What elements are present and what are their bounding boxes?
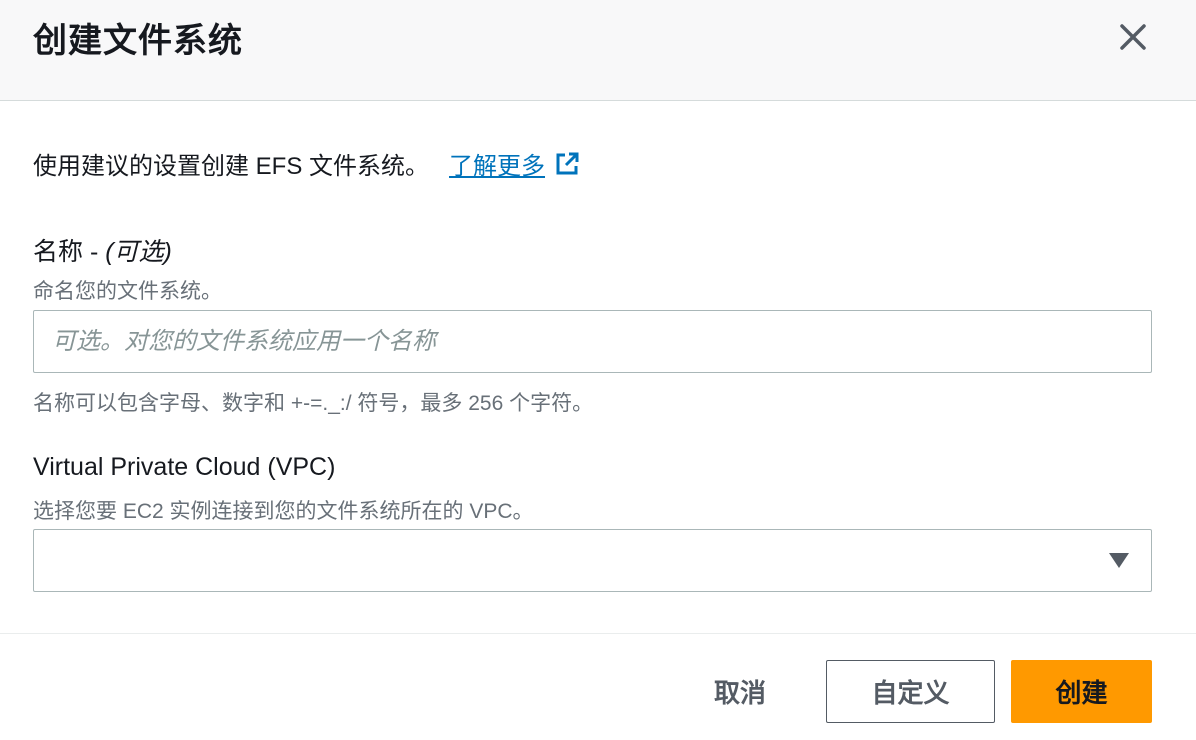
dialog-title: 创建文件系统 [33, 22, 243, 60]
name-label-text: 名称 - [33, 238, 106, 266]
vpc-field-description: 选择您要 EC2 实例连接到您的文件系统所在的 VPC。 [33, 500, 534, 523]
name-field-description: 命名您的文件系统。 [33, 280, 222, 303]
optional-label: (可选) [105, 238, 172, 266]
close-button[interactable] [1113, 17, 1153, 57]
learn-more-link[interactable]: 了解更多 [449, 146, 581, 181]
vpc-field-label: Virtual Private Cloud (VPC) [33, 453, 336, 481]
name-input[interactable] [33, 310, 1152, 373]
caret-down-icon [1109, 553, 1129, 568]
create-button[interactable]: 创建 [1011, 660, 1152, 723]
external-link-icon [556, 152, 579, 174]
name-field-label: 名称 - (可选) [33, 232, 172, 268]
intro-text: 使用建议的设置创建 EFS 文件系统。 [33, 153, 430, 180]
dialog-header: 创建文件系统 [0, 0, 1196, 101]
dialog-footer: 取消 自定义 创建 [0, 633, 1196, 740]
close-icon [1120, 24, 1146, 50]
cancel-button[interactable]: 取消 [690, 660, 790, 723]
vpc-select[interactable] [33, 529, 1152, 592]
learn-more-label: 了解更多 [449, 153, 546, 180]
name-constraint-text: 名称可以包含字母、数字和 +-=._:/ 符号，最多 256 个字符。 [33, 392, 594, 415]
customize-button[interactable]: 自定义 [826, 660, 995, 723]
create-file-system-dialog: 创建文件系统 使用建议的设置创建 EFS 文件系统。 了解更多 名称 - (可选… [0, 0, 1196, 740]
intro-line: 使用建议的设置创建 EFS 文件系统。 了解更多 [33, 146, 581, 181]
